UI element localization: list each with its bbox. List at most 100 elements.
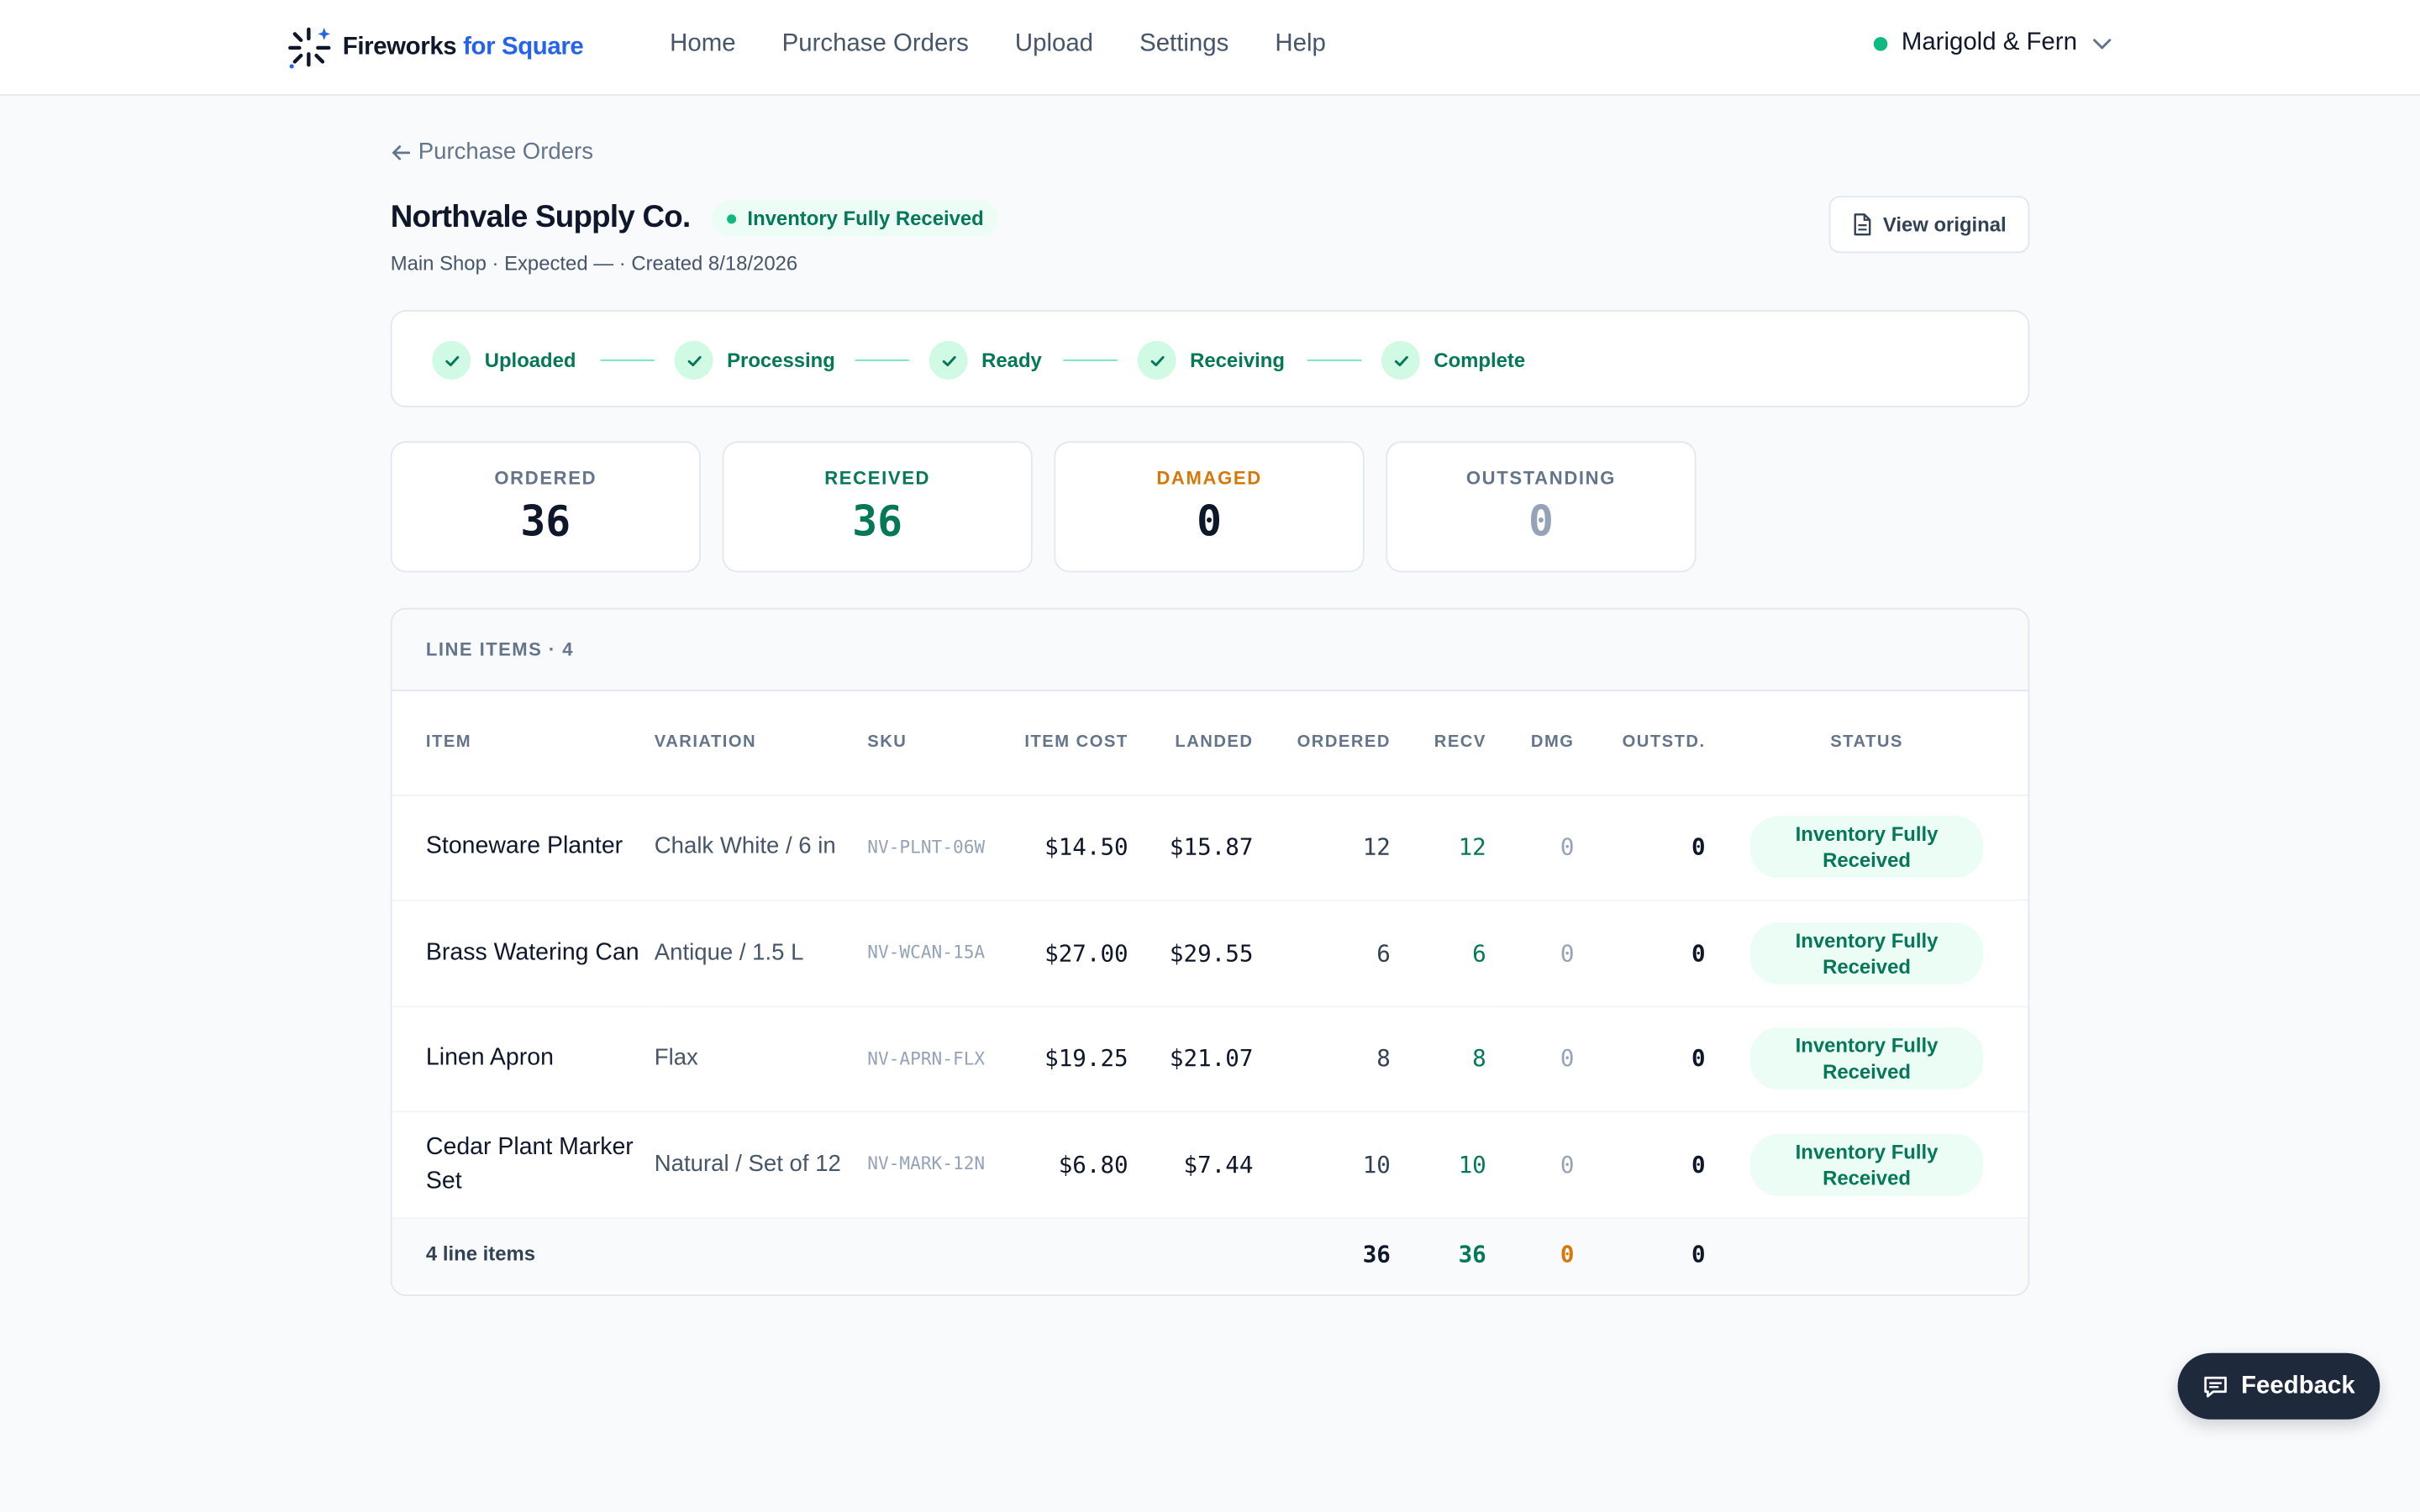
cell-item: Brass Watering Can	[392, 900, 655, 1007]
cell-variation: Flax	[654, 1005, 868, 1113]
chat-bubble-icon	[2204, 1375, 2228, 1397]
view-original-button[interactable]: View original	[1828, 196, 2030, 254]
step-connector	[600, 359, 655, 361]
table-row[interactable]: Stoneware Planter Chalk White / 6 in NV-…	[392, 794, 2028, 901]
cell-item-cost: $27.00	[1013, 900, 1128, 1007]
footer-total-ordered: 36	[1253, 1216, 1391, 1292]
col-header-landed: LANDED	[1128, 690, 1254, 795]
col-header-item-cost: ITEM COST	[1013, 690, 1128, 795]
step-label: Complete	[1434, 349, 1526, 372]
cell-item: Cedar Plant Marker Set	[392, 1111, 655, 1219]
cell-ordered: 12	[1253, 794, 1391, 901]
row-status-badge: Inventory Fully Received	[1749, 1133, 1984, 1196]
step-complete: Complete	[1381, 340, 1526, 380]
stat-value: 36	[852, 498, 903, 547]
cell-dmg: 0	[1486, 900, 1575, 1007]
row-status-badge: Inventory Fully Received	[1749, 1027, 1984, 1090]
cell-item: Stoneware Planter	[392, 794, 655, 901]
check-icon	[674, 340, 713, 380]
stat-label: DAMAGED	[1156, 467, 1262, 490]
stat-value: 36	[520, 498, 571, 547]
footer-total-outstanding: 0	[1574, 1216, 1706, 1292]
status-badge-label: Inventory Fully Received	[747, 207, 984, 230]
footer-total-recv: 36	[1390, 1216, 1486, 1292]
account-switcher[interactable]: Marigold & Fern	[1873, 29, 2112, 57]
step-label: Ready	[981, 349, 1042, 372]
cell-recv: 8	[1390, 1005, 1486, 1113]
check-icon	[1137, 340, 1176, 380]
stat-card-received: RECEIVED 36	[722, 441, 1033, 573]
stat-label: RECEIVED	[824, 467, 931, 490]
step-connector	[855, 359, 909, 361]
cell-item-cost: $14.50	[1013, 794, 1128, 901]
cell-sku: NV-PLNT-06W	[867, 794, 1014, 901]
cell-recv: 12	[1390, 794, 1486, 901]
nav-settings[interactable]: Settings	[1139, 31, 1228, 59]
back-link[interactable]: Purchase Orders	[391, 139, 593, 165]
main-nav: Home Purchase Orders Upload Settings Hel…	[670, 31, 1326, 59]
cell-variation: Antique / 1.5 L	[654, 900, 868, 1007]
table-row[interactable]: Brass Watering Can Antique / 1.5 L NV-WC…	[392, 900, 2028, 1007]
nav-purchase-orders[interactable]: Purchase Orders	[782, 31, 969, 59]
nav-help[interactable]: Help	[1275, 31, 1325, 59]
brand-logo[interactable]: Fireworks for Square	[287, 24, 584, 71]
col-header-dmg: DMG	[1486, 690, 1575, 795]
cell-landed: $21.07	[1128, 1005, 1254, 1113]
cell-recv: 10	[1390, 1111, 1486, 1219]
step-connector	[1063, 359, 1118, 361]
cell-item-cost: $19.25	[1013, 1005, 1128, 1113]
cell-sku: NV-WCAN-15A	[867, 900, 1014, 1007]
cell-landed: $29.55	[1128, 900, 1254, 1007]
table-row[interactable]: Cedar Plant Marker Set Natural / Set of …	[392, 1111, 2028, 1219]
step-uploaded: Uploaded	[432, 340, 576, 380]
cell-outstanding: 0	[1574, 900, 1706, 1007]
footer-empty	[1013, 1216, 1128, 1292]
footer-empty	[867, 1216, 1014, 1292]
page-subtitle: Main Shop · Expected — · Created 8/18/20…	[390, 251, 798, 275]
line-items-card: LINE ITEMS · 4 ITEM VARIATION SKU ITEM C…	[390, 607, 2030, 1296]
feedback-label: Feedback	[2241, 1372, 2355, 1399]
stat-card-damaged: DAMAGED 0	[1054, 441, 1365, 573]
col-header-variation: VARIATION	[654, 690, 868, 795]
cell-recv: 6	[1390, 900, 1486, 1007]
footer-empty	[1128, 1216, 1254, 1292]
check-icon	[929, 340, 968, 380]
cell-status: Inventory Fully Received	[1705, 1005, 2028, 1113]
feedback-button[interactable]: Feedback	[2177, 1352, 2381, 1420]
line-items-table: ITEM VARIATION SKU ITEM COST LANDED ORDE…	[392, 690, 2028, 1292]
stat-card-outstanding: OUTSTANDING 0	[1386, 441, 1697, 573]
stat-label: OUTSTANDING	[1465, 467, 1617, 490]
step-receiving: Receiving	[1137, 340, 1285, 380]
cell-status: Inventory Fully Received	[1705, 1111, 2028, 1219]
stat-label: ORDERED	[494, 467, 597, 490]
top-navigation-bar: Fireworks for Square Home Purchase Order…	[0, 0, 2420, 96]
step-processing: Processing	[674, 340, 835, 380]
col-header-recv: RECV	[1390, 690, 1486, 795]
nav-home[interactable]: Home	[670, 31, 735, 59]
nav-upload[interactable]: Upload	[1015, 31, 1093, 59]
stat-value: 0	[1528, 498, 1554, 547]
row-status-badge: Inventory Fully Received	[1749, 816, 1984, 879]
check-icon	[1381, 340, 1420, 380]
status-badge: Inventory Fully Received	[712, 200, 1000, 237]
col-header-item: ITEM	[392, 690, 655, 795]
cell-status: Inventory Fully Received	[1705, 900, 2028, 1007]
step-label: Uploaded	[484, 349, 576, 372]
table-row[interactable]: Linen Apron Flax NV-APRN-FLX $19.25 $21.…	[392, 1005, 2028, 1113]
cell-item-cost: $6.80	[1013, 1111, 1128, 1219]
fireworks-icon	[288, 27, 331, 69]
col-header-status: STATUS	[1705, 690, 2028, 795]
progress-stepper: Uploaded Processing Ready Receiving Comp…	[390, 310, 2030, 407]
cell-ordered: 10	[1253, 1111, 1391, 1219]
cell-outstanding: 0	[1574, 794, 1706, 901]
page-header: Northvale Supply Co. Inventory Fully Rec…	[391, 200, 1000, 237]
cell-ordered: 6	[1253, 900, 1391, 1007]
cell-outstanding: 0	[1574, 1005, 1706, 1113]
table-header-row: ITEM VARIATION SKU ITEM COST LANDED ORDE…	[392, 690, 2028, 795]
cell-variation: Chalk White / 6 in	[654, 794, 868, 901]
col-header-sku: SKU	[867, 690, 1014, 795]
chevron-down-icon	[2092, 39, 2111, 50]
cell-ordered: 8	[1253, 1005, 1391, 1113]
brand-name: Fireworks for Square	[342, 34, 584, 60]
table-footer-row: 4 line items 36 36 0 0	[392, 1216, 2028, 1292]
